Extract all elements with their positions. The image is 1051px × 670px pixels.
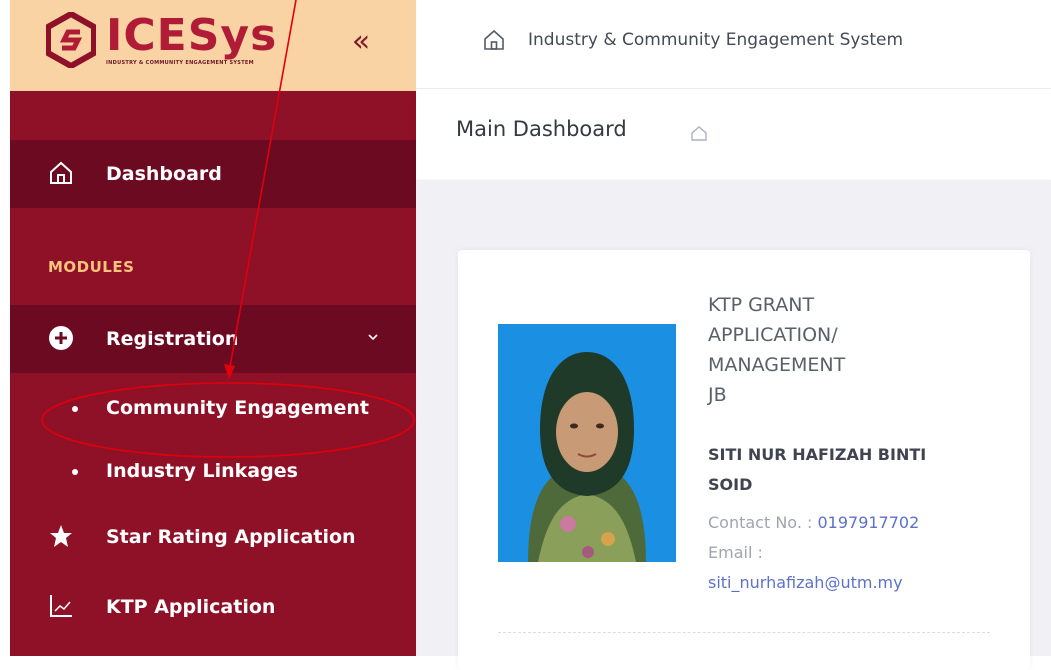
- page-title: Main Dashboard: [456, 117, 627, 141]
- logo-tagline: INDUSTRY & COMMUNITY ENGAGEMENT SYSTEM: [106, 60, 254, 66]
- sidebar-item-label: Registration: [106, 328, 239, 350]
- email-label: Email :: [708, 543, 763, 562]
- profile-role: KTP GRANT APPLICATION/ MANAGEMENT JB: [708, 294, 846, 406]
- bullet-icon: [72, 406, 78, 412]
- sidebar-item-label: Star Rating Application: [106, 526, 356, 548]
- sidebar-subitem-industry-linkages[interactable]: Industry Linkages: [10, 444, 416, 498]
- contact-label: Contact No. :: [708, 513, 818, 532]
- brand-header: ICESys INDUSTRY & COMMUNITY ENGAGEMENT S…: [10, 0, 416, 91]
- sidebar: ICESys INDUSTRY & COMMUNITY ENGAGEMENT S…: [10, 0, 416, 656]
- plus-circle-icon: [49, 326, 73, 350]
- double-chevron-left-icon[interactable]: «: [346, 24, 376, 60]
- profile-name: SITI NUR HAFIZAH BINTI SOID: [708, 445, 927, 494]
- top-bar: Industry & Community Engagement System: [416, 0, 1051, 89]
- sidebar-item-label: KTP Application: [106, 596, 276, 618]
- bullet-icon: [72, 469, 78, 475]
- section-title-modules: MODULES: [48, 258, 135, 276]
- sidebar-item-label: Community Engagement: [106, 397, 369, 419]
- sidebar-item-dashboard[interactable]: Dashboard: [10, 140, 416, 208]
- star-icon: [50, 525, 72, 547]
- profile-photo: [498, 324, 676, 562]
- profile-card: KTP GRANT APPLICATION/ MANAGEMENT JB SIT…: [458, 250, 1030, 670]
- profile-contact: Contact No. : 0197917702 Email : siti_nu…: [708, 508, 1008, 598]
- sidebar-item-label: Industry Linkages: [106, 460, 298, 482]
- chart-line-icon: [50, 595, 72, 617]
- home-icon[interactable]: [690, 125, 708, 141]
- sidebar-item-label: Dashboard: [106, 163, 222, 185]
- sidebar-item-registration[interactable]: Registration: [10, 305, 416, 373]
- home-icon[interactable]: [482, 28, 506, 52]
- sidebar-subitem-community-engagement[interactable]: Community Engagement: [10, 381, 416, 435]
- app-title: Industry & Community Engagement System: [528, 30, 904, 50]
- home-icon: [50, 161, 72, 184]
- main-content: KTP GRANT APPLICATION/ MANAGEMENT JB SIT…: [416, 180, 1051, 670]
- divider: [498, 632, 990, 633]
- chevron-down-icon[interactable]: [364, 328, 382, 346]
- logo-icon: [46, 12, 96, 68]
- email-link[interactable]: siti_nurhafizah@utm.my: [708, 568, 1008, 598]
- person-photo-icon: [498, 324, 676, 562]
- sidebar-item-ktp-application[interactable]: KTP Application: [10, 573, 416, 641]
- sidebar-item-star-rating[interactable]: Star Rating Application: [10, 503, 416, 571]
- logo-text: ICESys: [106, 10, 278, 61]
- page-header: Main Dashboard: [416, 89, 1051, 179]
- contact-number[interactable]: 0197917702: [817, 513, 919, 532]
